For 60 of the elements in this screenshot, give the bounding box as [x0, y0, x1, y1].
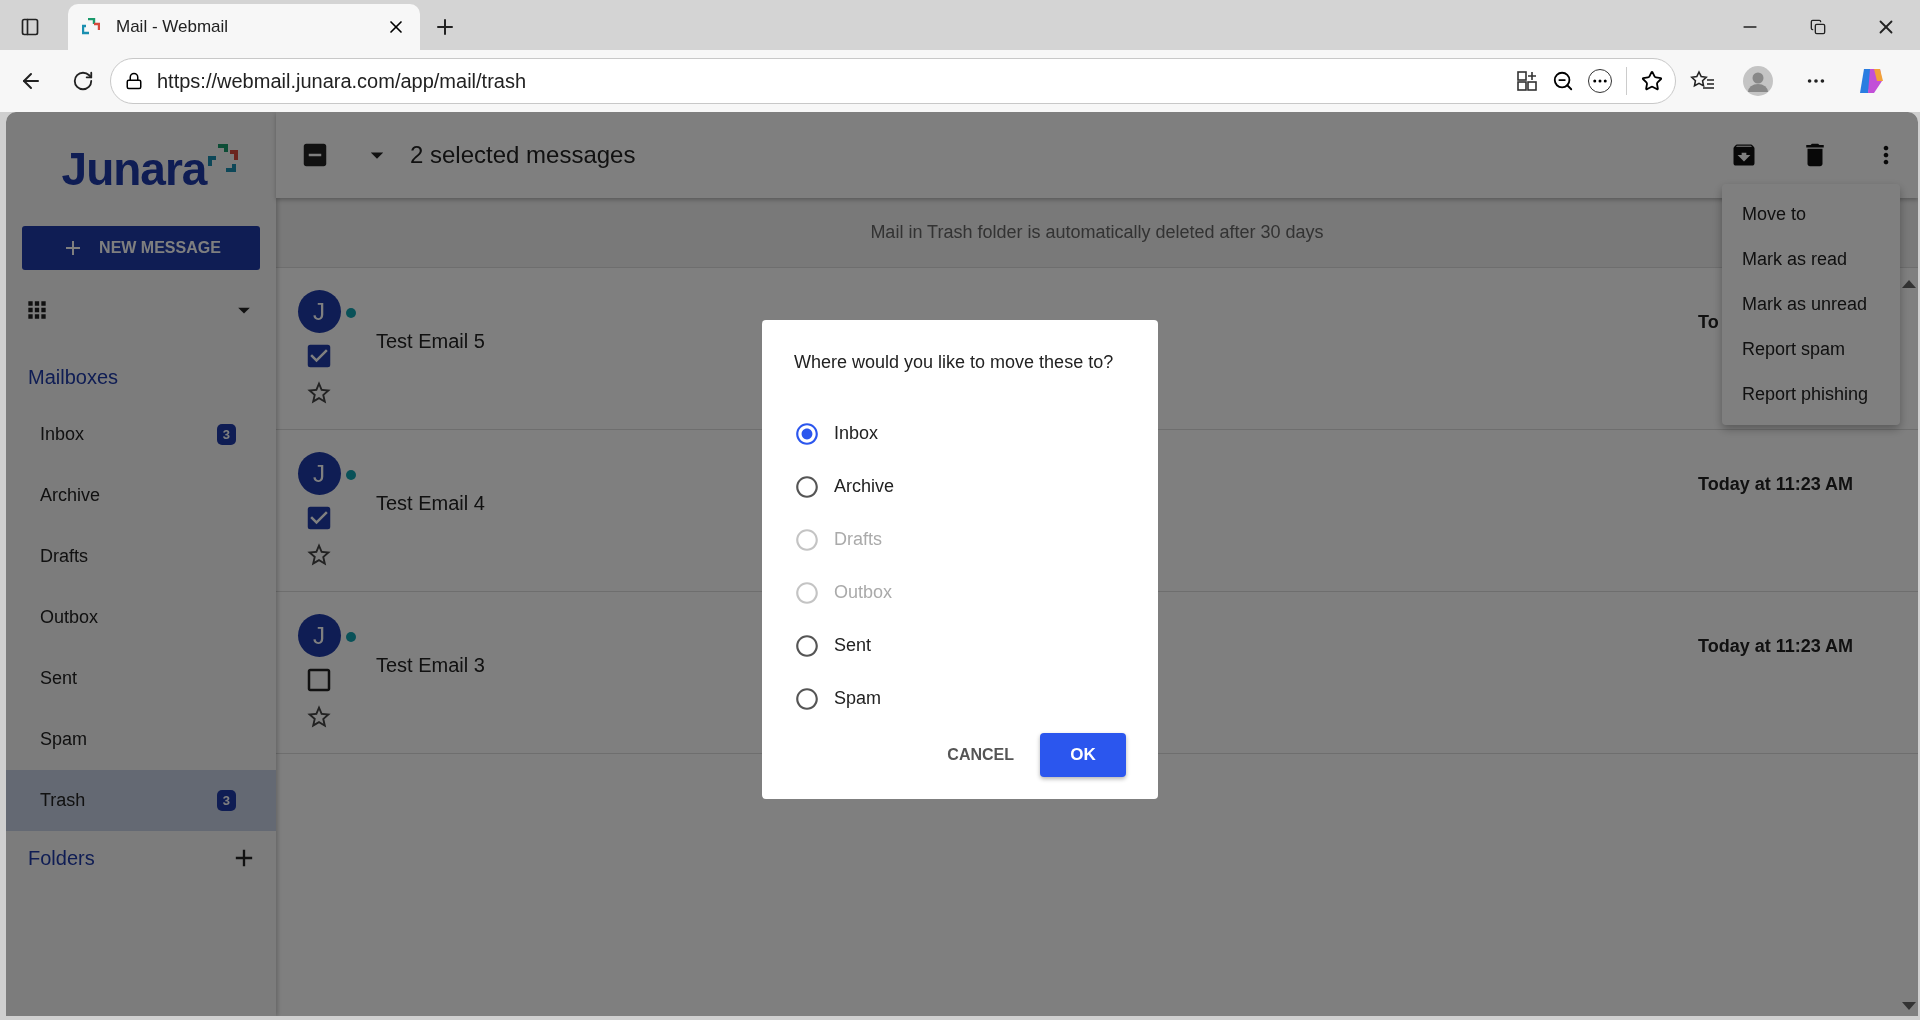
mailbox-item[interactable]: Sent [6, 648, 276, 709]
menu-item[interactable]: Mark as unread [1722, 282, 1900, 327]
mailboxes-heading: Mailboxes [28, 365, 119, 389]
scroll-up-icon[interactable] [1902, 280, 1916, 288]
option-label: Archive [834, 476, 895, 497]
url-text: https://webmail.junara.com/app/mail/trash [157, 69, 528, 93]
option-label: Sent [834, 635, 872, 656]
mailbox-name: Outbox [40, 607, 99, 628]
option-label: Spam [834, 688, 882, 709]
message-date: Today at 11:23 AM [1698, 474, 1855, 496]
logo-text: Junara [61, 142, 207, 196]
lock-icon [125, 72, 143, 90]
split-screen-icon[interactable] [1516, 70, 1538, 92]
radio-button[interactable] [794, 685, 820, 712]
mailbox-item[interactable]: Spam [6, 709, 276, 770]
address-bar[interactable]: https://webmail.junara.com/app/mail/trash [110, 58, 1676, 104]
message-date: To [1698, 312, 1720, 334]
option-label: Outbox [834, 582, 893, 603]
option-label: Inbox [834, 423, 879, 444]
mailbox-name: Drafts [40, 546, 88, 567]
new-message-button[interactable]: NEW MESSAGE [22, 226, 260, 270]
ok-button[interactable]: OK [1040, 733, 1126, 777]
message-subject: Test Email 4 [376, 492, 485, 516]
site-icon [82, 18, 100, 36]
option-label: Drafts [834, 529, 882, 550]
avatar: J [297, 614, 341, 657]
count-badge: 3 [216, 424, 236, 445]
mailbox-item[interactable]: Outbox [6, 587, 276, 648]
message-subject: Test Email 5 [376, 330, 485, 354]
mailbox-name: Archive [40, 485, 101, 506]
avatar: J [297, 452, 341, 495]
menu-item[interactable]: Report spam [1722, 327, 1900, 372]
folders-heading: Folders [28, 846, 95, 870]
menu-item[interactable]: Report phishing [1722, 372, 1900, 417]
selection-label: 2 selected messages [410, 141, 636, 169]
radio-button[interactable] [794, 420, 820, 447]
mailbox-name: Spam [40, 729, 88, 750]
zoom-out-icon[interactable] [1552, 70, 1574, 92]
profile-avatar[interactable] [1743, 66, 1773, 96]
radio-button[interactable] [794, 632, 820, 659]
dialog-question: Where would you like to move these to? [794, 352, 1115, 373]
mailbox-item[interactable]: Archive [6, 465, 276, 526]
avatar: J [297, 290, 341, 333]
cancel-button[interactable]: CANCEL [939, 736, 1022, 774]
favorite-star-icon[interactable] [1641, 70, 1663, 92]
mailbox-name: Inbox [40, 424, 85, 445]
radio-button[interactable] [794, 473, 820, 500]
mailbox-item[interactable]: Drafts [6, 526, 276, 587]
mailbox-item[interactable]: Trash 3 [6, 770, 276, 831]
message-date: Today at 11:23 AM [1698, 636, 1855, 658]
count-badge: 3 [216, 790, 236, 811]
menu-item[interactable]: Mark as read [1722, 237, 1900, 282]
scroll-down-icon[interactable] [1902, 1002, 1916, 1010]
mailbox-item[interactable]: Inbox 3 [6, 404, 276, 465]
mailbox-name: Sent [40, 668, 78, 689]
menu-item[interactable]: Move to [1722, 192, 1900, 237]
browser-tab[interactable]: Mail - Webmail [68, 4, 420, 50]
mailbox-name: Trash [40, 790, 86, 811]
message-subject: Test Email 3 [376, 654, 485, 678]
tab-title: Mail - Webmail [116, 17, 230, 37]
